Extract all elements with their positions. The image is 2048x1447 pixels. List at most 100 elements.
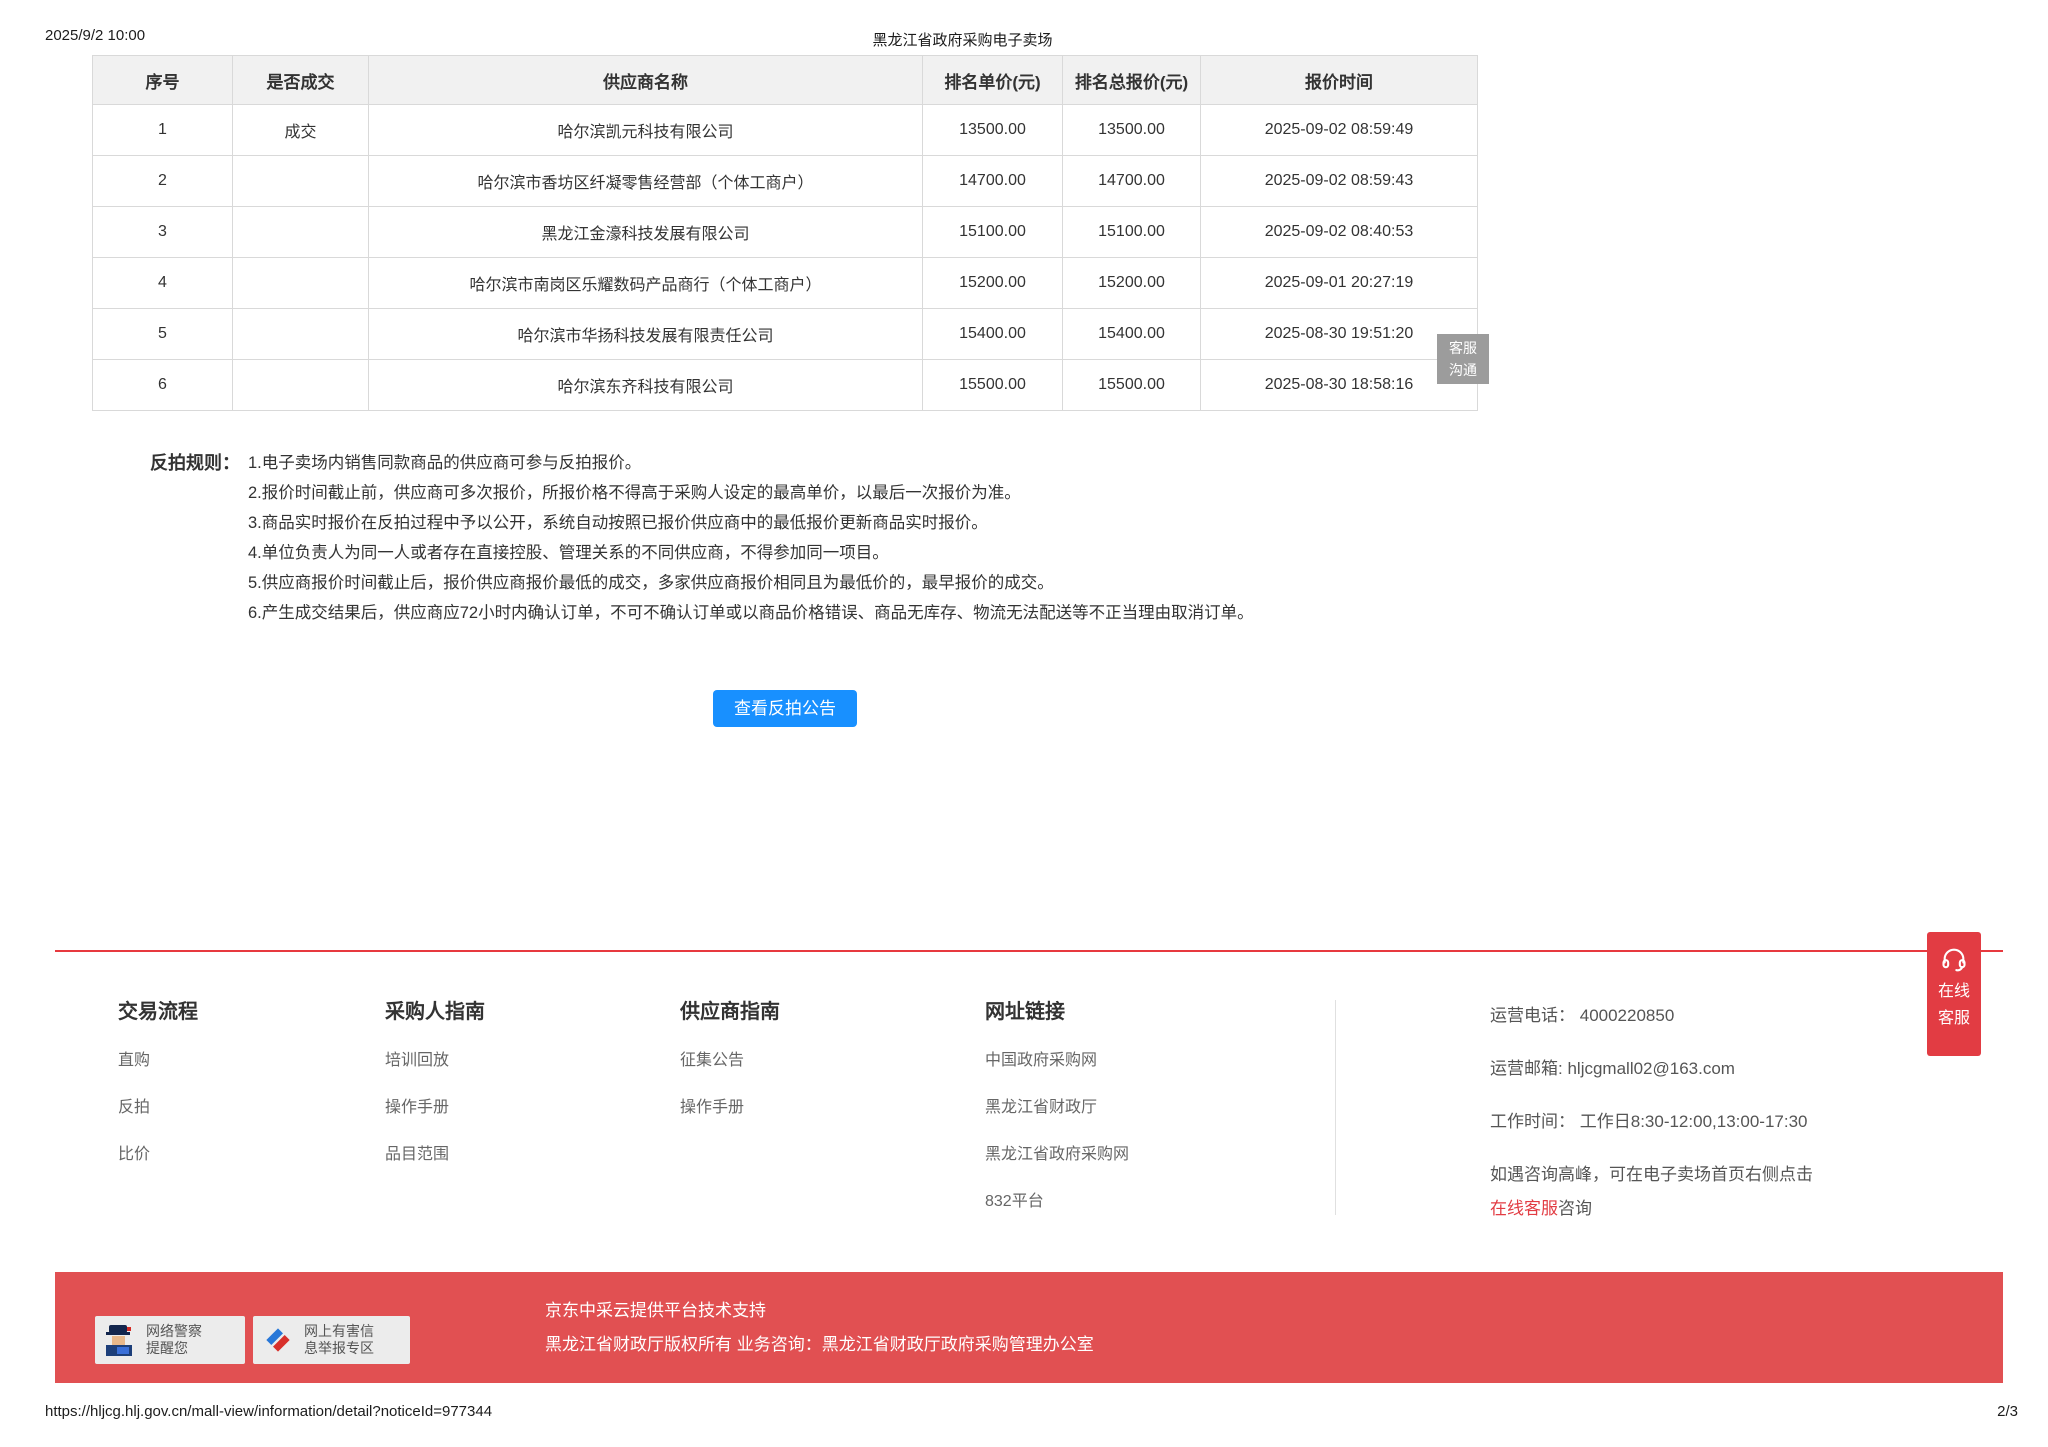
footer-col-title: 网址链接	[985, 995, 1129, 1024]
table-row: 3 黑龙江金濠科技发展有限公司 15100.00 15100.00 2025-0…	[93, 207, 1478, 258]
rules-label: 反拍规则：	[150, 448, 240, 628]
cell-unit-price: 15200.00	[923, 258, 1063, 309]
footer-link-832-platform[interactable]: 832平台	[985, 1193, 1129, 1210]
table-row: 6 哈尔滨东齐科技有限公司 15500.00 15500.00 2025-08-…	[93, 360, 1478, 411]
footer-link-ccgp[interactable]: 中国政府采购网	[985, 1052, 1129, 1069]
print-preview-page: 2025/9/2 10:00 黑龙江省政府采购电子卖场 序号 是否成交 供应商名…	[0, 0, 2048, 1447]
cyber-police-badge[interactable]: 网络警察 提醒您	[95, 1316, 245, 1364]
cell-quote-time: 2025-09-02 08:59:49	[1201, 105, 1478, 156]
footer-bar-line2: 黑龙江省财政厅版权所有 业务咨询：黑龙江省财政厅政府采购管理办公室	[545, 1328, 1094, 1362]
cell-total-price: 15200.00	[1063, 258, 1201, 309]
footer-col-purchaser-guide: 采购人指南 培训回放 操作手册 品目范围	[385, 995, 485, 1193]
headset-icon	[1940, 945, 1968, 973]
harmful-info-report-icon	[258, 1320, 298, 1360]
footer-col-title: 采购人指南	[385, 995, 485, 1024]
chat-tab-label-line1: 客服	[1437, 337, 1489, 359]
cell-deal-status	[233, 360, 369, 411]
cell-deal-status	[233, 309, 369, 360]
rule-item: 3.商品实时报价在反拍过程中予以公开，系统自动按照已报价供应商中的最低报价更新商…	[248, 508, 1254, 538]
rule-item: 5.供应商报价时间截止后，报价供应商报价最低的成交，多家供应商报价相同且为最低价…	[248, 568, 1254, 598]
online-service-label-line1: 在线	[1927, 978, 1981, 1005]
footer-col-links: 网址链接 中国政府采购网 黑龙江省财政厅 黑龙江省政府采购网 832平台	[985, 995, 1129, 1240]
footer-col-title: 供应商指南	[680, 995, 780, 1024]
footer-link-training-replay[interactable]: 培训回放	[385, 1052, 485, 1069]
cell-supplier-name: 哈尔滨东齐科技有限公司	[369, 360, 923, 411]
footer-bar-text: 京东中采云提供平台技术支持 黑龙江省财政厅版权所有 业务咨询：黑龙江省财政厅政府…	[545, 1294, 1094, 1362]
harmful-info-report-badge-text: 网上有害信 息举报专区	[304, 1323, 374, 1357]
footer-link-reverse-auction[interactable]: 反拍	[118, 1099, 198, 1116]
cell-deal-status	[233, 207, 369, 258]
col-header-index: 序号	[93, 56, 233, 105]
cell-index: 3	[93, 207, 233, 258]
contact-block: 运营电话： 4000220850 运营邮箱: hljcgmall02@163.c…	[1490, 1005, 1940, 1251]
contact-phone-label: 运营电话：	[1490, 1006, 1575, 1025]
cell-quote-time: 2025-09-01 20:27:19	[1201, 258, 1478, 309]
cyber-police-icon	[100, 1320, 140, 1360]
table-row: 1 成交 哈尔滨凯元科技有限公司 13500.00 13500.00 2025-…	[93, 105, 1478, 156]
cell-deal-status: 成交	[233, 105, 369, 156]
contact-email-value: hljcgmall02@163.com	[1567, 1059, 1735, 1078]
quote-ranking-table: 序号 是否成交 供应商名称 排名单价(元) 排名总报价(元) 报价时间 1 成交…	[92, 55, 1478, 411]
customer-service-chat-tab[interactable]: 客服 沟通	[1437, 334, 1489, 384]
red-divider-line	[55, 950, 2003, 952]
footer-link-hlj-finance[interactable]: 黑龙江省财政厅	[985, 1099, 1129, 1116]
cell-supplier-name: 黑龙江金濠科技发展有限公司	[369, 207, 923, 258]
contact-note-line2: 在线客服咨询	[1490, 1198, 1940, 1220]
footer-link-direct-purchase[interactable]: 直购	[118, 1052, 198, 1069]
online-service-widget[interactable]: 在线 客服	[1927, 932, 1981, 1056]
cell-deal-status	[233, 156, 369, 207]
rule-item: 1.电子卖场内销售同款商品的供应商可参与反拍报价。	[248, 448, 1254, 478]
cell-quote-time: 2025-09-02 08:59:43	[1201, 156, 1478, 207]
online-service-label-line2: 客服	[1927, 1005, 1981, 1032]
footer-bar-line1: 京东中采云提供平台技术支持	[545, 1294, 1094, 1328]
footer-link-collection-notice[interactable]: 征集公告	[680, 1052, 780, 1069]
cell-unit-price: 15400.00	[923, 309, 1063, 360]
cell-unit-price: 13500.00	[923, 105, 1063, 156]
cell-unit-price: 15500.00	[923, 360, 1063, 411]
page-title: 黑龙江省政府采购电子卖场	[0, 29, 1925, 50]
footer-col-title: 交易流程	[118, 995, 198, 1024]
col-header-quote-time: 报价时间	[1201, 56, 1478, 105]
print-page-number: 2/3	[1997, 1403, 2018, 1420]
cell-supplier-name: 哈尔滨市华扬科技发展有限责任公司	[369, 309, 923, 360]
footer-link-hlj-gov-procurement[interactable]: 黑龙江省政府采购网	[985, 1146, 1129, 1163]
contact-email-label: 运营邮箱:	[1490, 1059, 1563, 1078]
cell-index: 6	[93, 360, 233, 411]
rule-item: 2.报价时间截止前，供应商可多次报价，所报价格不得高于采购人设定的最高单价，以最…	[248, 478, 1254, 508]
footer-link-category-scope[interactable]: 品目范围	[385, 1146, 485, 1163]
contact-phone-value: 4000220850	[1580, 1006, 1675, 1025]
cell-unit-price: 15100.00	[923, 207, 1063, 258]
cell-unit-price: 14700.00	[923, 156, 1063, 207]
col-header-deal-status: 是否成交	[233, 56, 369, 105]
footer-link-price-compare[interactable]: 比价	[118, 1146, 198, 1163]
contact-phone: 运营电话： 4000220850	[1490, 1005, 1940, 1027]
red-footer-bar: 网络警察 提醒您 网上有害信 息举报专区 京东中采云提供平台技术支持 黑龙江省财…	[55, 1272, 2003, 1383]
contact-hours: 工作时间： 工作日8:30-12:00,13:00-17:30	[1490, 1111, 1940, 1133]
cell-total-price: 14700.00	[1063, 156, 1201, 207]
footer-vertical-divider	[1335, 1000, 1336, 1215]
contact-note-suffix: 咨询	[1558, 1199, 1592, 1218]
cell-deal-status	[233, 258, 369, 309]
cyber-police-badge-text: 网络警察 提醒您	[146, 1323, 202, 1357]
footer-link-operation-manual[interactable]: 操作手册	[680, 1099, 780, 1116]
cell-quote-time: 2025-08-30 18:58:16	[1201, 360, 1478, 411]
table-row: 5 哈尔滨市华扬科技发展有限责任公司 15400.00 15400.00 202…	[93, 309, 1478, 360]
footer-col-trade-process: 交易流程 直购 反拍 比价	[118, 995, 198, 1193]
cell-index: 5	[93, 309, 233, 360]
col-header-unit-price: 排名单价(元)	[923, 56, 1063, 105]
contact-hours-label: 工作时间：	[1490, 1112, 1575, 1131]
cell-total-price: 13500.00	[1063, 105, 1201, 156]
online-service-link[interactable]: 在线客服	[1490, 1199, 1558, 1218]
table-header-row: 序号 是否成交 供应商名称 排名单价(元) 排名总报价(元) 报价时间	[93, 56, 1478, 105]
harmful-info-report-badge[interactable]: 网上有害信 息举报专区	[253, 1316, 410, 1364]
footer-link-operation-manual[interactable]: 操作手册	[385, 1099, 485, 1116]
cell-index: 2	[93, 156, 233, 207]
reverse-auction-rules: 反拍规则： 1.电子卖场内销售同款商品的供应商可参与反拍报价。 2.报价时间截止…	[150, 448, 1254, 628]
print-url: https://hljcg.hlj.gov.cn/mall-view/infor…	[45, 1403, 492, 1420]
chat-tab-label-line2: 沟通	[1437, 359, 1489, 381]
cell-total-price: 15400.00	[1063, 309, 1201, 360]
contact-email: 运营邮箱: hljcgmall02@163.com	[1490, 1058, 1940, 1080]
cell-total-price: 15500.00	[1063, 360, 1201, 411]
view-announcement-button[interactable]: 查看反拍公告	[713, 690, 857, 727]
cell-quote-time: 2025-08-30 19:51:20	[1201, 309, 1478, 360]
